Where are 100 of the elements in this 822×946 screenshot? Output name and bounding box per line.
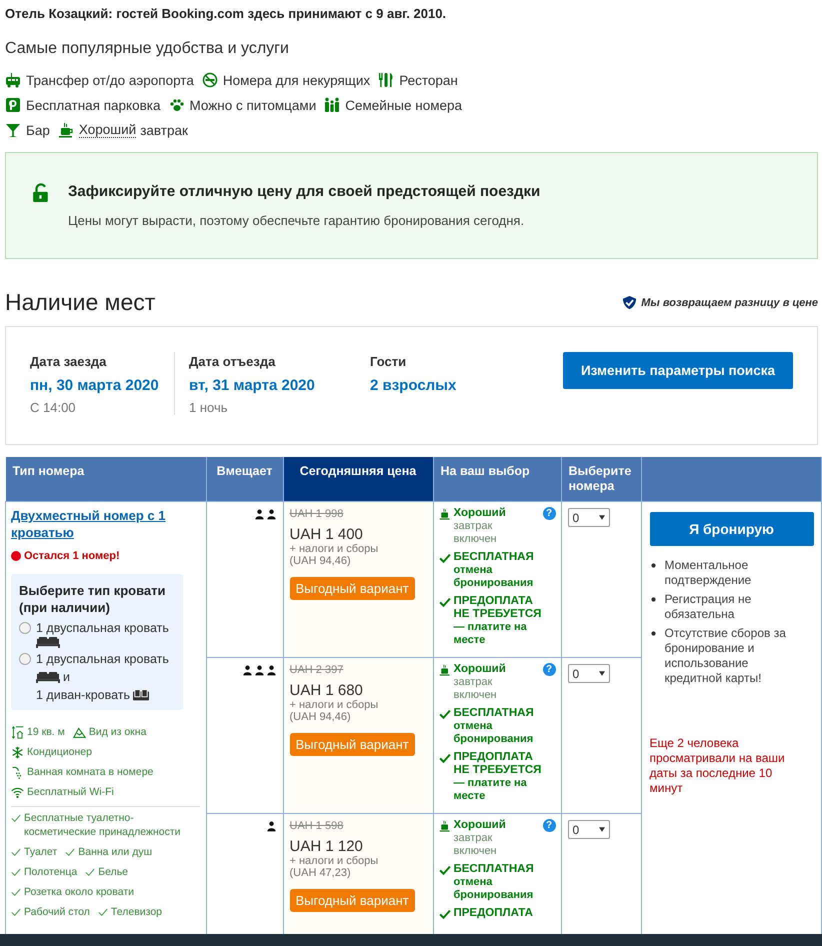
- room-feature: Бесплатный Wi-Fi: [27, 785, 114, 800]
- fork-knife-icon: [378, 72, 394, 88]
- bullet-icon: [650, 597, 656, 602]
- person-icon: [254, 665, 264, 676]
- taxes-amount: (UAH 94,46): [290, 711, 352, 723]
- change-search-button[interactable]: Изменить параметры поиска: [562, 352, 793, 389]
- check-icon: [438, 752, 450, 764]
- facility-label: Семейные номера: [345, 98, 462, 112]
- help-icon[interactable]: ?: [542, 507, 556, 520]
- bed-icon: [36, 672, 60, 683]
- quantity-select[interactable]: 0: [568, 508, 610, 527]
- paw-icon: [168, 97, 184, 113]
- radio-button[interactable]: [19, 622, 31, 634]
- amenity-text: Рабочий стол: [24, 905, 90, 920]
- scarcity-text: Остался 1 номер!: [24, 550, 120, 562]
- column-header: Вмещает: [206, 457, 283, 502]
- person-icon: [242, 665, 252, 676]
- snowflake-icon: [11, 746, 24, 759]
- person-icon: [266, 665, 276, 676]
- quantity-select[interactable]: 0: [568, 664, 610, 683]
- bed-icon: [36, 637, 60, 648]
- person-icon: [266, 509, 276, 520]
- deal-button[interactable]: Выгодный вариант: [290, 577, 415, 600]
- facility-label: Ресторан: [399, 72, 458, 88]
- bed-option-text: и: [63, 669, 70, 686]
- viewers-notice: Еще 2 человека просматривали на ваши даты за последние 10 минут: [650, 736, 786, 796]
- condition-title: Хороший: [454, 663, 507, 676]
- bus-icon: [5, 72, 21, 88]
- column-header: Сегодняшняя цена: [283, 457, 433, 502]
- amenity-text: Розетка около кровати: [24, 885, 134, 900]
- bullet-icon: [650, 631, 656, 636]
- benefit-text: Отсутствие сборов за бронирование и использование кредитной карты!: [664, 626, 787, 686]
- bullet-icon: [650, 563, 656, 568]
- amenity-text: Бесплатные туалетно-косметические принадлежности: [24, 811, 182, 840]
- room-feature: Вид из окна: [88, 725, 146, 740]
- bed-option-text: 1 двуспальная кровать: [36, 620, 169, 637]
- hotel-note: Отель Козацкий: гостей Booking.com здесь принимают с 9 авг. 2010.: [5, 6, 448, 21]
- radio-button[interactable]: [19, 653, 31, 665]
- promo-title: Зафиксируйте отличную цену для своей предстоящей поездки: [68, 183, 540, 200]
- field-value[interactable]: вт, 31 марта 2020: [189, 377, 370, 394]
- condition-title: ПРЕДОПЛАТА: [454, 907, 534, 920]
- deal-button[interactable]: Выгодный вариант: [290, 733, 415, 756]
- old-price: UAH 1 598: [290, 820, 344, 832]
- help-icon[interactable]: ?: [542, 819, 556, 832]
- check-icon: [98, 907, 108, 918]
- check-icon: [438, 708, 450, 720]
- deal-button[interactable]: Выгодный вариант: [290, 889, 415, 912]
- bed-choice-title: Выберите тип кровати (при наличии): [19, 582, 167, 617]
- room-name-link[interactable]: Двухместный номер с 1 кроватью: [11, 508, 200, 542]
- quantity-select[interactable]: 0: [568, 820, 610, 839]
- condition-text: — платите на месте: [454, 777, 528, 803]
- facility-label: Бесплатная парковка: [26, 98, 160, 112]
- check-icon: [11, 907, 21, 918]
- room-feature: Кондиционер: [27, 745, 92, 760]
- benefit-text: Регистрация не обязательна: [664, 592, 752, 622]
- check-icon: [438, 596, 450, 608]
- sofa-icon: [133, 689, 150, 702]
- condition-text: завтрак включен: [454, 832, 498, 858]
- caret-icon: [598, 671, 604, 676]
- condition-text: завтрак включен: [454, 676, 498, 702]
- caret-icon: [598, 827, 604, 832]
- cup-icon: [438, 820, 450, 832]
- reserve-button[interactable]: Я бронирую: [650, 512, 814, 546]
- facilities-heading: Самые популярные удобства и услуги: [5, 40, 290, 58]
- help-icon[interactable]: ?: [542, 663, 556, 676]
- price: UAH 1 400: [290, 526, 364, 543]
- price-match-text: Мы возвращаем разницу в цене: [641, 296, 818, 308]
- check-icon: [11, 813, 21, 824]
- taxes-text: + налоги и сборы: [290, 543, 380, 555]
- cocktail-icon: [5, 122, 21, 138]
- parking-icon: [5, 97, 21, 113]
- condition-text: отмена бронирования: [454, 720, 534, 746]
- field-value[interactable]: пн, 30 марта 2020: [30, 377, 188, 394]
- room-feature: Ванная комната в номере: [27, 765, 154, 780]
- column-header: На ваш выбор: [433, 457, 561, 502]
- caret-icon: [598, 515, 604, 520]
- field-value[interactable]: 2 взрослых: [370, 377, 528, 394]
- cup-icon: [438, 664, 450, 676]
- room-feature: 19 кв. м: [27, 725, 65, 740]
- price: UAH 1 120: [290, 838, 364, 855]
- condition-title: ПРЕДОПЛАТА НЕ ТРЕБУЕТСЯ: [454, 751, 542, 777]
- check-icon: [11, 867, 21, 878]
- no-smoking-icon: [202, 72, 218, 88]
- check-icon: [438, 908, 450, 920]
- amenity-text: Ванна или душ: [78, 845, 152, 860]
- taxes-amount: (UAH 47,23): [290, 867, 352, 879]
- amenity-text: Туалет: [24, 845, 58, 860]
- bed-option-text: 1 двуспальная кровать: [36, 651, 169, 668]
- amenity-text: Телевизор: [110, 905, 162, 920]
- mountain-icon: [72, 726, 86, 739]
- condition-text: завтрак включен: [454, 520, 498, 546]
- unlocked-padlock-icon: [32, 183, 50, 203]
- person-icon: [266, 821, 276, 832]
- facility-link[interactable]: Хороший: [78, 122, 136, 138]
- check-icon: [438, 552, 450, 564]
- condition-text: отмена бронирования: [454, 876, 534, 902]
- person-icon: [254, 509, 264, 520]
- condition-title: БЕСПЛАТНАЯ: [454, 863, 535, 876]
- facility-label: Номера для некурящих: [222, 72, 370, 88]
- facility-label: Трансфер от/до аэропорта: [26, 72, 194, 88]
